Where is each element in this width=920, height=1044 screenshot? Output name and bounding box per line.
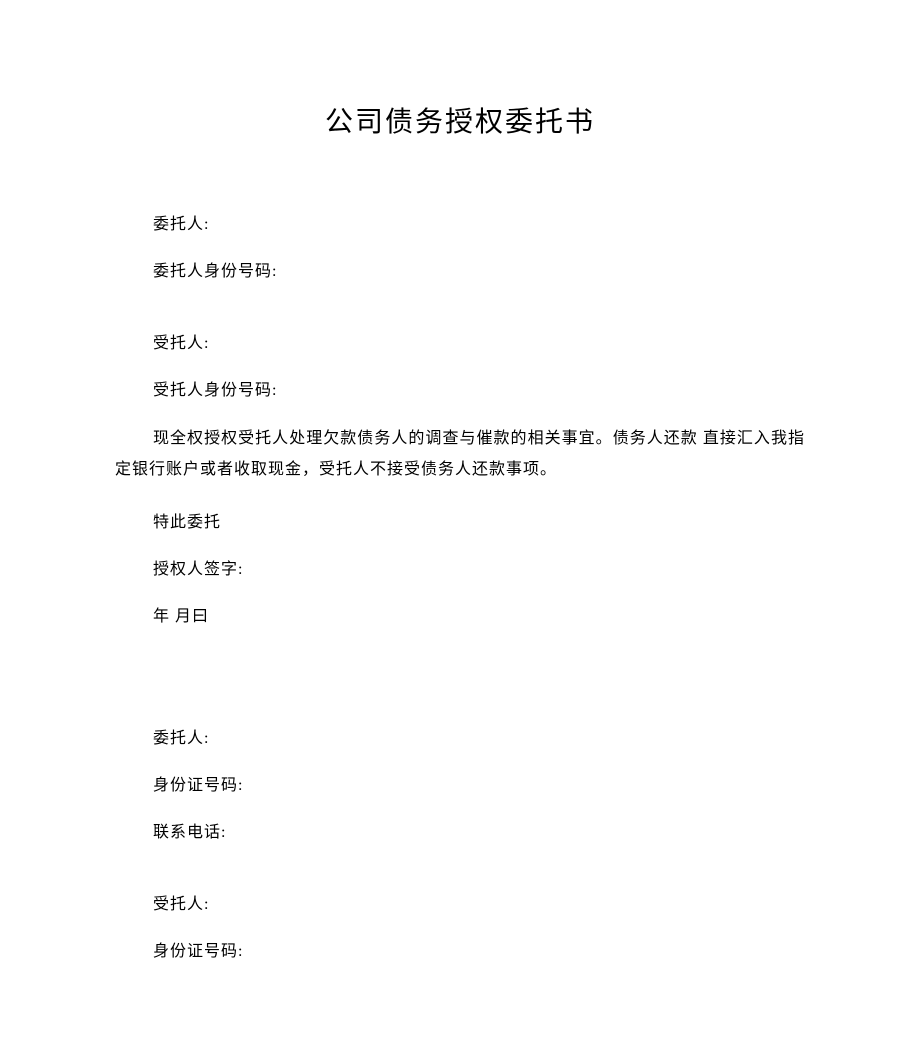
- document-title: 公司债务授权委托书: [115, 100, 805, 140]
- trustee-id-label: 受托人身份号码:: [115, 376, 805, 400]
- id-label-2: 身份证号码:: [115, 771, 805, 795]
- client-label: 委托人:: [115, 210, 805, 234]
- section-divider: [115, 649, 805, 724]
- trustee-label: 受托人:: [115, 329, 805, 353]
- trustee-label-2: 受托人:: [115, 890, 805, 914]
- client-id-label: 委托人身份号码:: [115, 257, 805, 281]
- signature-label: 授权人签字:: [115, 555, 805, 579]
- closing-text: 特此委托: [115, 508, 805, 532]
- client-label-2: 委托人:: [115, 724, 805, 748]
- date-label: 年 月曰: [115, 602, 805, 626]
- phone-label: 联系电话:: [115, 818, 805, 842]
- document-page: 公司债务授权委托书 委托人: 委托人身份号码: 受托人: 受托人身份号码: 现全…: [0, 0, 920, 1044]
- trustee-id-label-2: 身份证号码:: [115, 937, 805, 961]
- authorization-body: 现全权授权受托人处理欠款债务人的调查与催款的相关事宜。债务人还款 直接汇入我指定…: [115, 423, 805, 485]
